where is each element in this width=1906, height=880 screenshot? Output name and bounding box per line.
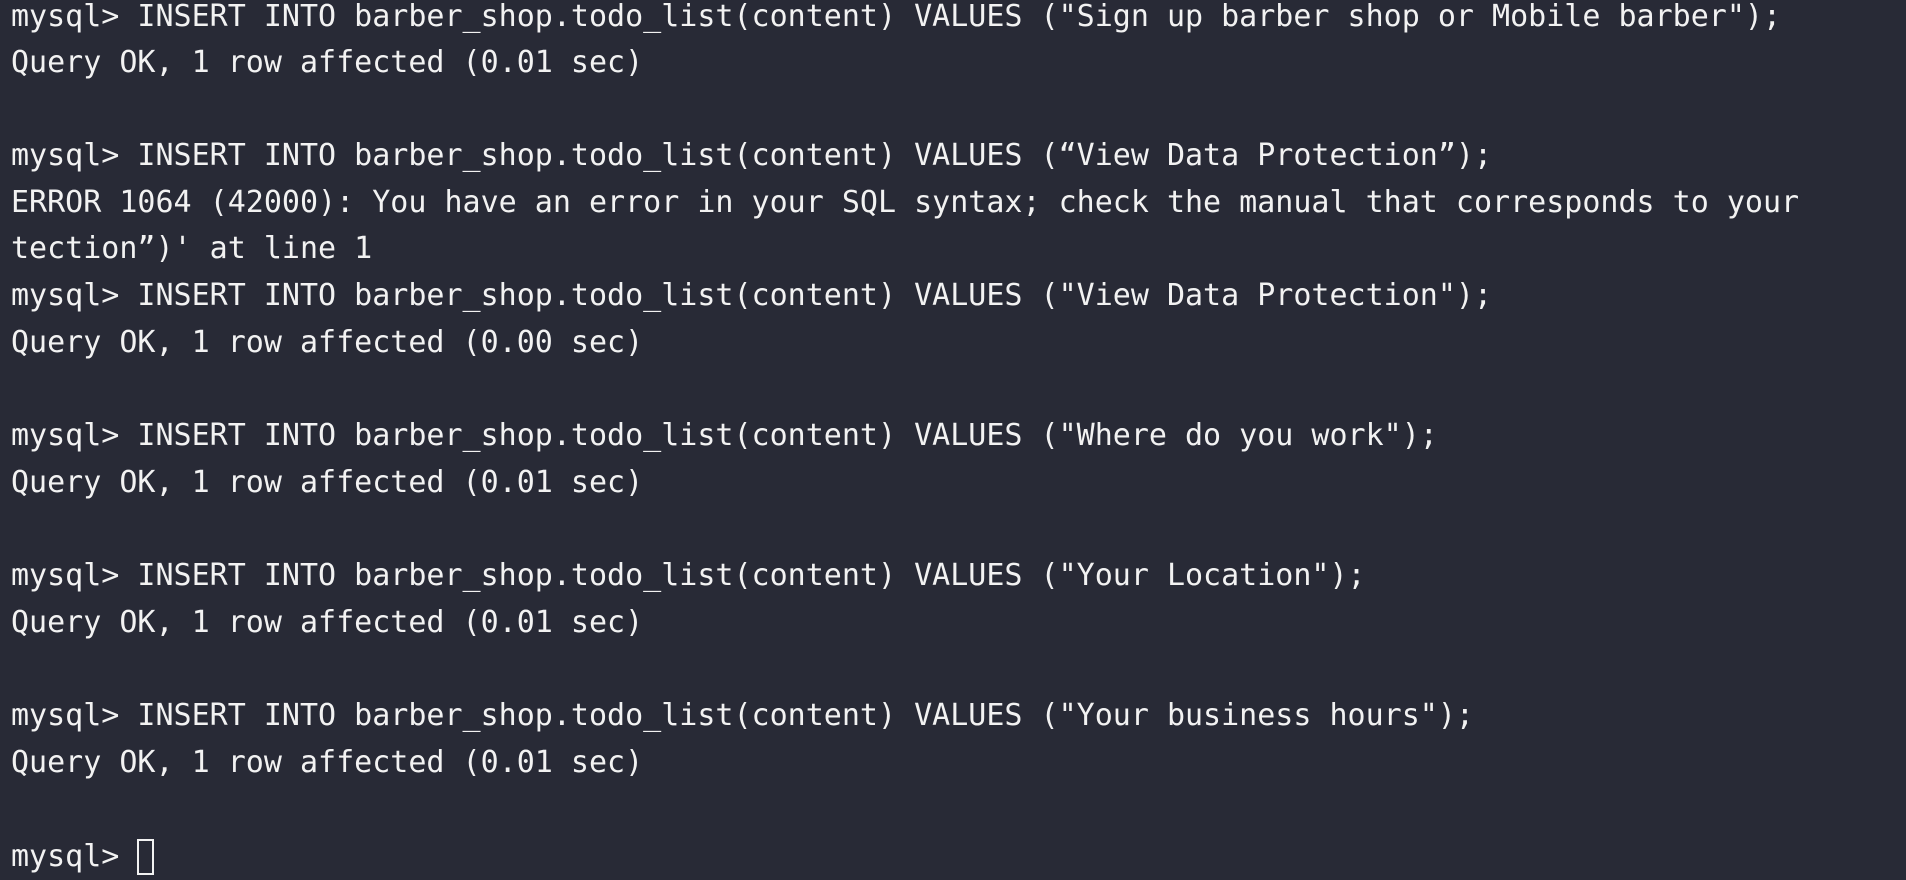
error-line: ERROR 1064 (42000): You have an error in… [11, 185, 1800, 220]
terminal-line: Query OK, 1 row affected (0.01 sec) [11, 605, 644, 640]
terminal-line: mysql> INSERT INTO barber_shop.todo_list… [11, 558, 1366, 593]
terminal-line: mysql> INSERT INTO barber_shop.todo_list… [11, 278, 1493, 313]
terminal-line: Query OK, 1 row affected (0.01 sec) [11, 465, 644, 500]
terminal-window[interactable]: mysql> INSERT INTO barber_shop.todo_list… [0, 0, 1906, 880]
terminal-line: mysql> INSERT INTO barber_shop.todo_list… [11, 0, 1782, 34]
mysql-prompt: mysql> [11, 839, 138, 874]
terminal-line: mysql> INSERT INTO barber_shop.todo_list… [11, 418, 1438, 453]
terminal-line: Query OK, 1 row affected (0.01 sec) [11, 45, 644, 80]
terminal-line: mysql> INSERT INTO barber_shop.todo_list… [11, 698, 1474, 733]
terminal-line: Query OK, 1 row affected (0.00 sec) [11, 325, 644, 360]
error-line: tection”)' at line 1 [11, 231, 373, 266]
terminal-line: mysql> INSERT INTO barber_shop.todo_list… [11, 138, 1493, 173]
terminal-line: Query OK, 1 row affected (0.01 sec) [11, 745, 644, 780]
text-cursor[interactable] [137, 839, 155, 875]
prompt-line[interactable]: mysql> [11, 834, 155, 880]
